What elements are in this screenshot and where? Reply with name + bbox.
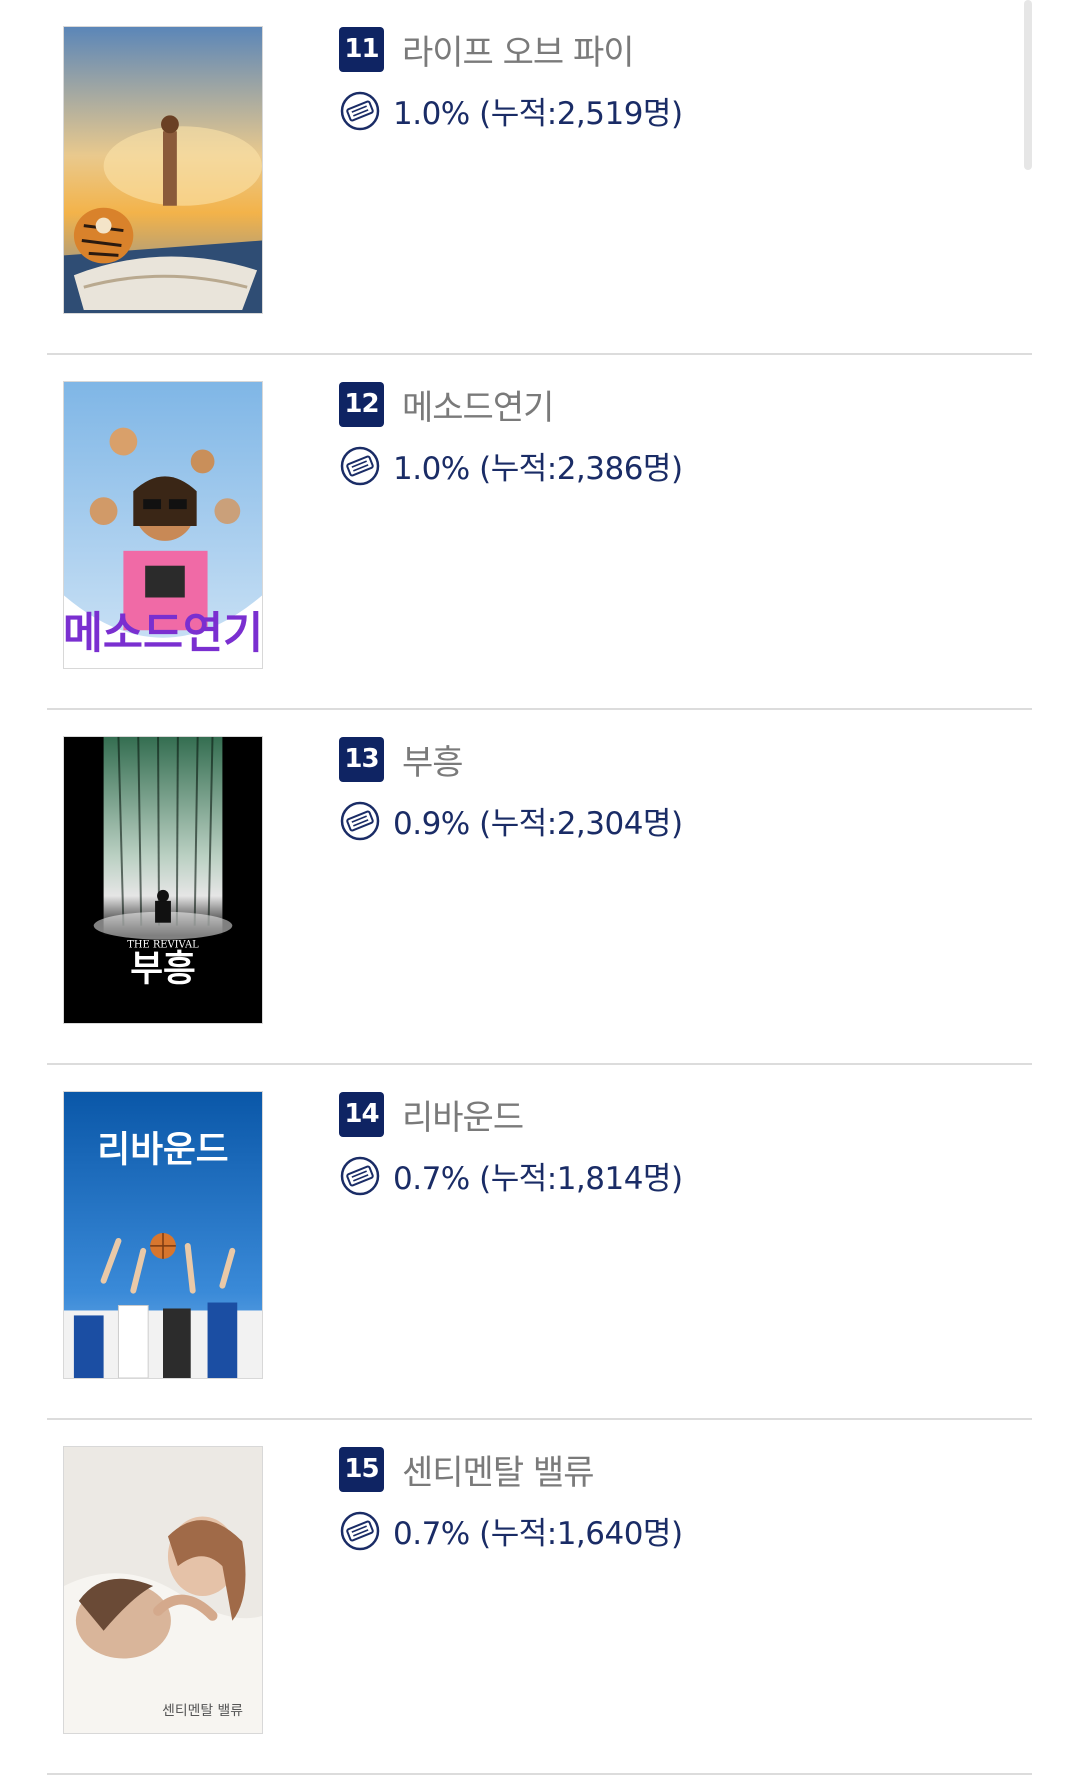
list-item[interactable]: 메소드연기 12 메소드연기 1.0% (누적:2,386명)	[47, 355, 1032, 710]
title-row: 13 부흥	[339, 735, 683, 784]
audience-stat: 0.9% (누적:2,304명)	[393, 806, 683, 842]
list-item[interactable]: 리바운드 14 리바운드 0.7% (누적:1,814명)	[47, 1065, 1032, 1420]
rank-badge: 13	[339, 736, 384, 782]
ticket-icon	[340, 801, 380, 840]
stat-row: 0.9% (누적:2,304명)	[339, 798, 683, 843]
list-item[interactable]: 센티멘탈 밸류 15 센티멘탈 밸류 0.7% (누적:1,640명)	[47, 1420, 1032, 1775]
poster-title-text: 부흥	[130, 948, 196, 989]
movie-meta: 12 메소드연기 1.0% (누적:2,386명)	[339, 381, 683, 488]
movie-poster[interactable]: 센티멘탈 밸류	[63, 1446, 263, 1734]
stat-row: 0.7% (누적:1,640명)	[339, 1508, 683, 1553]
ticket-icon	[340, 446, 380, 485]
movie-meta: 15 센티멘탈 밸류 0.7% (누적:1,640명)	[339, 1446, 683, 1553]
rank-badge: 15	[339, 1446, 384, 1492]
poster-image: 메소드연기	[64, 382, 262, 668]
movie-title[interactable]: 센티멘탈 밸류	[402, 1445, 594, 1494]
stat-row: 1.0% (누적:2,386명)	[339, 443, 683, 488]
title-row: 15 센티멘탈 밸류	[339, 1445, 683, 1494]
audience-stat: 1.0% (누적:2,519명)	[393, 96, 683, 132]
movie-poster[interactable]: 메소드연기	[63, 381, 263, 669]
movie-list: 11 라이프 오브 파이 1.0% (누적:2,519명) 메소드연기 12 메…	[47, 0, 1032, 1775]
movie-title[interactable]: 리바운드	[402, 1090, 524, 1139]
poster-image: 리바운드	[64, 1092, 262, 1378]
title-row: 11 라이프 오브 파이	[339, 25, 683, 74]
ticket-icon	[340, 1156, 380, 1195]
poster-title-text: 센티멘탈 밸류	[162, 1703, 243, 1719]
audience-stat: 0.7% (누적:1,640명)	[393, 1516, 683, 1552]
movie-meta: 13 부흥 0.9% (누적:2,304명)	[339, 736, 683, 843]
list-item[interactable]: THE REVIVAL 부흥 13 부흥 0.9% (누적:2,304명)	[47, 710, 1032, 1065]
movie-meta: 14 리바운드 0.7% (누적:1,814명)	[339, 1091, 683, 1198]
poster-image	[64, 27, 262, 313]
rank-badge: 14	[339, 1091, 384, 1137]
ticket-icon	[340, 91, 380, 130]
movie-poster[interactable]: THE REVIVAL 부흥	[63, 736, 263, 1024]
stat-row: 1.0% (누적:2,519명)	[339, 88, 683, 133]
movie-title[interactable]: 라이프 오브 파이	[402, 25, 635, 74]
rank-badge: 12	[339, 381, 384, 427]
audience-stat: 0.7% (누적:1,814명)	[393, 1161, 683, 1197]
movie-poster[interactable]: 리바운드	[63, 1091, 263, 1379]
title-row: 14 리바운드	[339, 1090, 683, 1139]
poster-title-text: 메소드연기	[64, 609, 262, 659]
movie-title[interactable]: 메소드연기	[402, 380, 554, 429]
audience-stat: 1.0% (누적:2,386명)	[393, 451, 683, 487]
movie-poster[interactable]	[63, 26, 263, 314]
title-row: 12 메소드연기	[339, 380, 683, 429]
movie-meta: 11 라이프 오브 파이 1.0% (누적:2,519명)	[339, 26, 683, 133]
movie-title[interactable]: 부흥	[402, 735, 464, 784]
ticket-icon	[340, 1511, 380, 1550]
poster-image: 센티멘탈 밸류	[64, 1447, 262, 1733]
poster-title-text: 리바운드	[97, 1129, 228, 1170]
poster-image: THE REVIVAL 부흥	[64, 737, 262, 1023]
rank-badge: 11	[339, 26, 384, 72]
stat-row: 0.7% (누적:1,814명)	[339, 1153, 683, 1198]
list-item[interactable]: 11 라이프 오브 파이 1.0% (누적:2,519명)	[47, 0, 1032, 355]
